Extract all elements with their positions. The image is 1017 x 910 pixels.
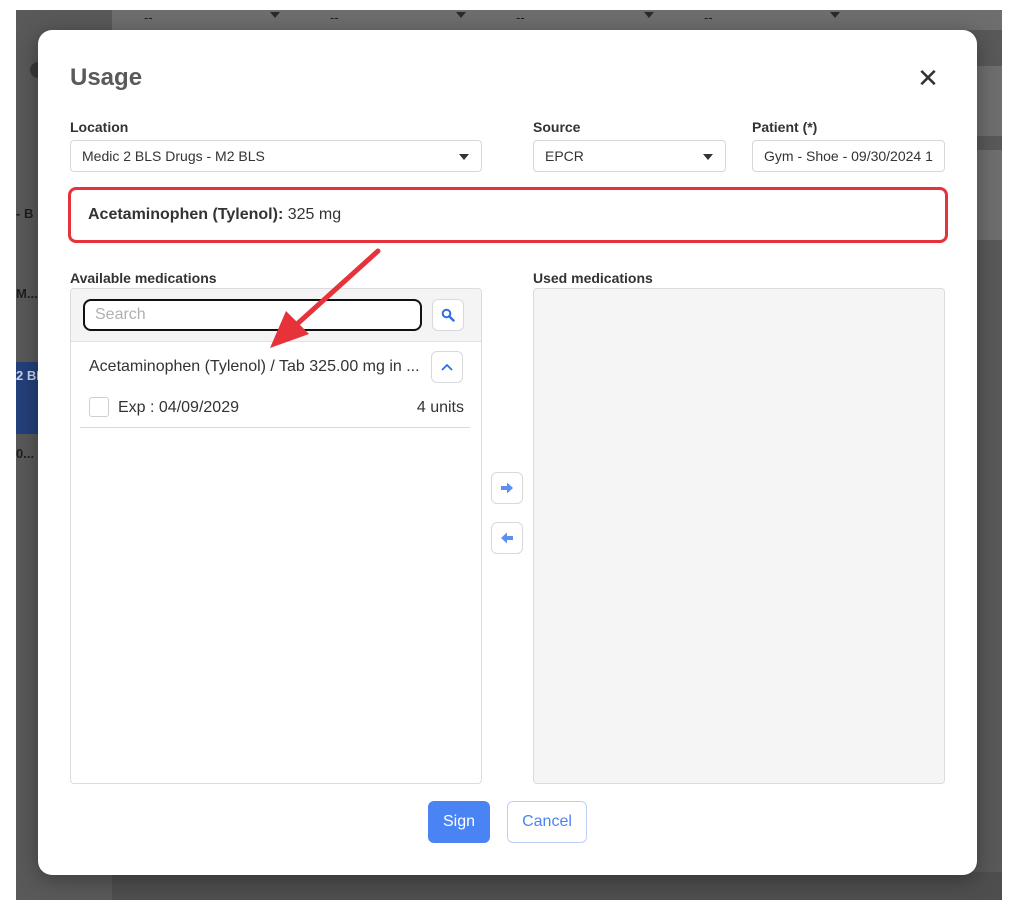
close-icon: ✕ (917, 63, 939, 93)
search-button[interactable] (432, 299, 464, 331)
source-value: EPCR (545, 148, 584, 164)
source-select[interactable]: EPCR (533, 140, 726, 172)
summary-dose: 325 mg (287, 206, 342, 223)
background-panel (976, 66, 1002, 136)
patient-select[interactable]: Gym - Shoe - 09/30/2024 1 (752, 140, 945, 172)
background-caret-icon (830, 12, 840, 18)
background-caret-icon (644, 12, 654, 18)
cancel-button[interactable]: Cancel (507, 801, 587, 843)
arrow-left-icon (501, 532, 513, 544)
background-field: -- (144, 10, 153, 25)
location-label: Location (70, 119, 129, 135)
sign-button[interactable]: Sign (428, 801, 490, 843)
arrow-right-icon (501, 482, 513, 494)
medication-summary: Acetaminophen (Tylenol): 325 mg (68, 187, 948, 243)
search-icon (441, 308, 455, 322)
patient-label: Patient (*) (752, 119, 818, 135)
usage-modal: Usage ✕ Location Medic 2 BLS Drugs - M2 … (38, 30, 977, 875)
lot-units: 4 units (416, 399, 464, 416)
modal-title: Usage (70, 64, 143, 91)
background-fragment: M... (16, 286, 38, 301)
lot-checkbox[interactable] (89, 397, 109, 417)
available-medications-label: Available medications (70, 270, 217, 286)
background-fragment: 0... (16, 446, 35, 461)
background-field: -- (330, 10, 339, 25)
medication-group-name[interactable]: Acetaminophen (Tylenol) / Tab 325.00 mg … (89, 358, 420, 376)
background-footer (112, 872, 1002, 900)
background-field: -- (516, 10, 525, 25)
available-medications-panel: Acetaminophen (Tylenol) / Tab 325.00 mg … (70, 288, 482, 784)
background-fragment: - B (16, 206, 34, 221)
chevron-down-icon (459, 154, 469, 160)
chevron-up-icon (441, 364, 453, 371)
background-field: -- (704, 10, 713, 25)
search-input[interactable] (83, 299, 422, 331)
background-panel (976, 150, 1002, 240)
background-caret-icon (270, 12, 280, 18)
move-right-button[interactable] (491, 472, 523, 504)
background-top-bar (112, 10, 1002, 30)
medication-lot-row[interactable]: Exp : 04/09/2029 4 units (80, 395, 470, 428)
lot-expiration: Exp : 04/09/2029 (118, 399, 239, 416)
used-medications-panel (533, 288, 945, 784)
search-bar (71, 289, 481, 342)
collapse-group-button[interactable] (431, 351, 463, 383)
patient-value: Gym - Shoe - 09/30/2024 1 (764, 148, 933, 164)
source-label: Source (533, 119, 581, 135)
location-select[interactable]: Medic 2 BLS Drugs - M2 BLS (70, 140, 482, 172)
background-caret-icon (456, 12, 466, 18)
move-left-button[interactable] (491, 522, 523, 554)
chevron-down-icon (703, 154, 713, 160)
location-value: Medic 2 BLS Drugs - M2 BLS (82, 148, 265, 164)
close-button[interactable]: ✕ (914, 64, 942, 92)
used-medications-label: Used medications (533, 270, 653, 286)
summary-medication: Acetaminophen (Tylenol): (88, 206, 284, 223)
